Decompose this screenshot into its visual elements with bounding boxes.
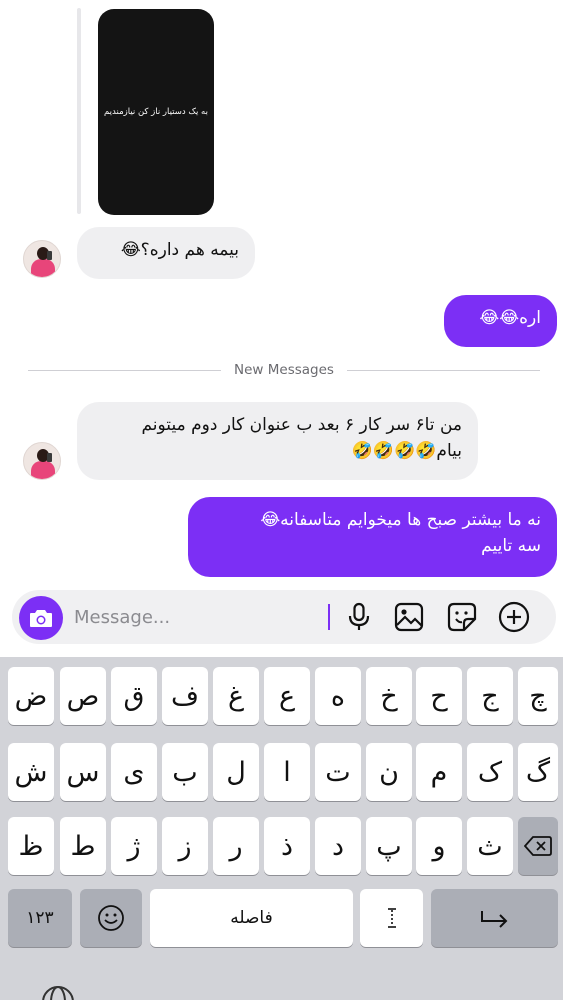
key[interactable]: ذ xyxy=(264,817,310,875)
numbers-key[interactable]: ۱۲۳ xyxy=(8,889,72,947)
text-caret xyxy=(328,604,330,630)
incoming-message[interactable]: من تا۶ سر کار ۶ بعد ب عنوان کار دوم میتو… xyxy=(77,402,478,480)
message-line: من تا۶ سر کار ۶ بعد ب عنوان کار دوم میتو… xyxy=(141,415,462,435)
key[interactable]: ج xyxy=(467,667,513,725)
camera-button[interactable] xyxy=(19,596,63,640)
key[interactable]: گ xyxy=(518,743,558,801)
backspace-key[interactable] xyxy=(518,817,558,875)
key[interactable]: ث xyxy=(467,817,513,875)
key[interactable]: م xyxy=(416,743,462,801)
outgoing-message[interactable]: نه ما بیشتر صبح ها میخوایم متاسفانه😂 سه … xyxy=(188,497,557,577)
gallery-icon xyxy=(394,602,424,632)
backspace-icon xyxy=(524,836,552,856)
message-text: اره😂😂 xyxy=(479,308,541,328)
message-input[interactable] xyxy=(74,602,324,632)
plus-icon xyxy=(498,601,530,633)
divider-label: New Messages xyxy=(234,362,334,378)
space-key[interactable]: فاصله xyxy=(150,889,353,947)
key[interactable]: ض xyxy=(8,667,54,725)
message-text: بیمه هم داره؟😂 xyxy=(120,240,239,260)
microphone-button[interactable] xyxy=(343,601,375,633)
key[interactable]: ز xyxy=(162,817,208,875)
sticker-button[interactable] xyxy=(446,601,478,633)
emoji-icon xyxy=(98,905,124,931)
key[interactable]: ر xyxy=(213,817,259,875)
key[interactable]: ی xyxy=(111,743,157,801)
zwnj-icon xyxy=(387,908,396,928)
return-icon xyxy=(480,911,507,928)
new-messages-divider: New Messages xyxy=(28,360,541,380)
key[interactable]: ب xyxy=(162,743,208,801)
key[interactable]: ل xyxy=(213,743,259,801)
key[interactable]: ق xyxy=(111,667,157,725)
key[interactable]: ص xyxy=(60,667,106,725)
key[interactable]: ع xyxy=(264,667,310,725)
key[interactable]: و xyxy=(416,817,462,875)
emoji-key[interactable] xyxy=(80,889,142,947)
contact-avatar[interactable] xyxy=(23,442,61,480)
key[interactable]: ف xyxy=(162,667,208,725)
key[interactable]: ظ xyxy=(8,817,54,875)
key[interactable]: س xyxy=(60,743,106,801)
incoming-message[interactable]: بیمه هم داره؟😂 xyxy=(77,227,255,279)
sticker-icon xyxy=(447,602,477,632)
persian-keyboard: ض ص ق ف غ ع ه خ ح ج چ ش س ی ب ل ا ت ن م … xyxy=(0,657,563,1000)
key[interactable]: غ xyxy=(213,667,259,725)
key[interactable]: پ xyxy=(366,817,412,875)
key[interactable]: خ xyxy=(366,667,412,725)
key[interactable]: ت xyxy=(315,743,361,801)
key[interactable]: د xyxy=(315,817,361,875)
message-composer xyxy=(12,590,556,644)
key[interactable]: ه xyxy=(315,667,361,725)
key[interactable]: ا xyxy=(264,743,310,801)
key[interactable]: ک xyxy=(467,743,513,801)
message-line: بیام🤣🤣🤣🤣 xyxy=(351,441,462,461)
key[interactable]: ح xyxy=(416,667,462,725)
key[interactable]: ش xyxy=(8,743,54,801)
message-line: نه ما بیشتر صبح ها میخوایم متاسفانه😂 xyxy=(260,510,541,530)
outgoing-message[interactable]: اره😂😂 xyxy=(444,295,557,347)
gallery-button[interactable] xyxy=(393,601,425,633)
reply-indicator-bar xyxy=(77,8,81,214)
return-key[interactable] xyxy=(431,889,558,947)
story-reply-preview[interactable]: به یک دستیار ناز کن نیازمندیم xyxy=(98,9,214,215)
key[interactable]: چ xyxy=(518,667,558,725)
zwnj-key[interactable] xyxy=(360,889,423,947)
chat-thread: به یک دستیار ناز کن نیازمندیم بیمه هم دا… xyxy=(0,0,563,588)
key[interactable]: ژ xyxy=(111,817,157,875)
key[interactable]: ط xyxy=(60,817,106,875)
add-button[interactable] xyxy=(498,601,530,633)
globe-icon[interactable] xyxy=(40,984,76,1000)
story-text: به یک دستیار ناز کن نیازمندیم xyxy=(104,107,208,117)
message-line: سه تاییم xyxy=(481,536,541,556)
key[interactable]: ن xyxy=(366,743,412,801)
contact-avatar[interactable] xyxy=(23,240,61,278)
camera-icon xyxy=(30,610,52,627)
microphone-icon xyxy=(348,602,370,630)
